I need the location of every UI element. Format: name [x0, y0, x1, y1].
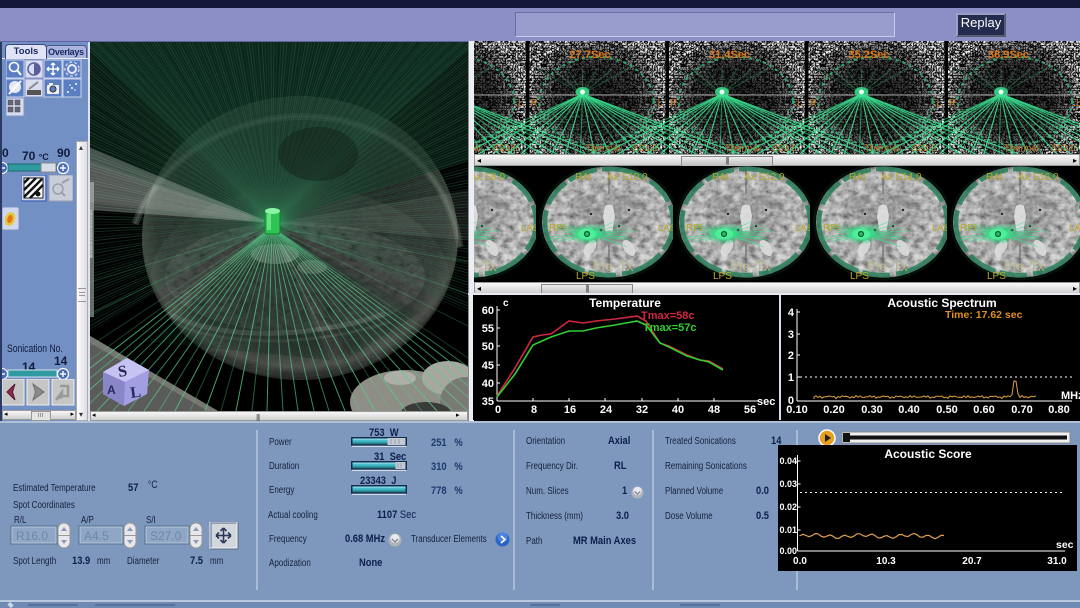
svg-text:55: 55 — [482, 323, 494, 335]
svg-text:Pre-Tx: Pre-Tx — [867, 259, 908, 274]
svg-text:48: 48 — [708, 404, 720, 416]
svg-text:60: 60 — [482, 305, 494, 317]
svg-text:38.9Sec: 38.9Sec — [988, 49, 1029, 61]
svg-text:0.03: 0.03 — [779, 479, 797, 489]
svg-text:R16.0: R16.0 — [16, 529, 48, 543]
svg-text:MHz: MHz — [1061, 390, 1080, 402]
svg-text:27.7Sec: 27.7Sec — [570, 49, 611, 61]
svg-text:R: R — [670, 98, 677, 109]
svg-text:1: 1 — [788, 372, 794, 384]
svg-text:0.10: 0.10 — [786, 404, 807, 416]
svg-text:RAI: RAI — [575, 172, 592, 183]
svg-text:LPS: LPS — [576, 271, 595, 282]
svg-text:LPS: LPS — [850, 271, 869, 282]
svg-text:0.50: 0.50 — [936, 404, 957, 416]
svg-text:Ax S16.0: Ax S16.0 — [1018, 172, 1059, 183]
svg-text:Tmax=57c: Tmax=57c — [643, 322, 697, 334]
svg-text:8: 8 — [531, 404, 537, 416]
svg-text:L: L — [937, 98, 943, 109]
svg-text:0.30: 0.30 — [861, 404, 882, 416]
svg-text:56: 56 — [744, 404, 756, 416]
svg-text:20.7: 20.7 — [962, 556, 982, 567]
svg-text:0.0: 0.0 — [793, 556, 807, 567]
svg-text:31.0: 31.0 — [1047, 556, 1067, 567]
svg-text:LAS: LAS — [1069, 223, 1080, 234]
svg-text:0.01: 0.01 — [779, 525, 797, 535]
svg-text:0.80: 0.80 — [1048, 404, 1069, 416]
svg-text:Ax S14.0: Ax S14.0 — [881, 172, 922, 183]
svg-text:sec: sec — [757, 396, 775, 408]
svg-text:Pre-Tx: Pre-Tx — [474, 259, 497, 274]
svg-text:0: 0 — [495, 404, 501, 416]
svg-text:Pre-Tx: Pre-Tx — [1004, 259, 1045, 274]
svg-text:50: 50 — [482, 341, 494, 353]
svg-text:35.2Sec: 35.2Sec — [849, 49, 890, 61]
svg-text:R: R — [949, 98, 956, 109]
svg-text:0.60: 0.60 — [973, 404, 994, 416]
svg-text:40: 40 — [672, 404, 684, 416]
svg-text:32: 32 — [636, 404, 648, 416]
svg-text:L: L — [658, 98, 664, 109]
svg-text:2: 2 — [788, 350, 794, 362]
svg-text:3: 3 — [788, 329, 794, 341]
svg-text:Thermal: Thermal — [1004, 143, 1039, 154]
svg-text:Pre-Tx: Pre-Tx — [730, 259, 771, 274]
svg-text:40: 40 — [482, 378, 494, 390]
svg-text:RPI: RPI — [549, 223, 566, 234]
svg-text:16: 16 — [564, 404, 576, 416]
svg-text:RPI: RPI — [823, 223, 840, 234]
svg-text:Ax S10.0: Ax S10.0 — [607, 172, 648, 183]
svg-text:0.04: 0.04 — [779, 456, 797, 466]
svg-text:S27.0: S27.0 — [150, 529, 182, 543]
svg-text:c: c — [503, 298, 509, 309]
svg-text:A: A — [107, 383, 116, 397]
svg-text:0.00: 0.00 — [779, 546, 797, 556]
svg-text:LPS: LPS — [987, 271, 1006, 282]
svg-text:R: R — [531, 98, 538, 109]
svg-text:31.4Sec: 31.4Sec — [709, 49, 750, 61]
svg-text:L: L — [797, 98, 803, 109]
svg-text:Pre-Tx: Pre-Tx — [593, 259, 634, 274]
svg-text:L: L — [1076, 98, 1080, 109]
svg-text:RAI: RAI — [986, 172, 1003, 183]
svg-text:Temperature: Temperature — [589, 296, 661, 310]
svg-text:35: 35 — [482, 396, 494, 408]
svg-text:0.70: 0.70 — [1011, 404, 1032, 416]
svg-text:0.20: 0.20 — [823, 404, 844, 416]
svg-text:Acoustic Score: Acoustic Score — [884, 447, 972, 461]
svg-text:0.02: 0.02 — [779, 502, 797, 512]
svg-text:Tmax=58c: Tmax=58c — [641, 310, 695, 322]
svg-text:Acoustic Spectrum: Acoustic Spectrum — [887, 296, 996, 310]
svg-text:RAI: RAI — [849, 172, 866, 183]
svg-text:Ax S8.0: Ax S8.0 — [474, 172, 505, 183]
svg-text:RPI: RPI — [960, 223, 977, 234]
svg-text:LPS: LPS — [713, 271, 732, 282]
svg-text:L: L — [518, 98, 524, 109]
svg-text:24: 24 — [600, 404, 613, 416]
svg-text:Ax S12.0: Ax S12.0 — [744, 172, 785, 183]
svg-text:Time: 17.62 sec: Time: 17.62 sec — [945, 309, 1023, 321]
svg-text:sec: sec — [1056, 539, 1074, 551]
svg-text:S23.0: S23.0 — [1051, 143, 1076, 154]
svg-text:0.40: 0.40 — [898, 404, 919, 416]
svg-text:R: R — [810, 98, 817, 109]
svg-text:A4.5: A4.5 — [84, 529, 109, 543]
svg-text:RAI: RAI — [712, 172, 729, 183]
svg-text:45: 45 — [482, 360, 494, 372]
svg-text:4: 4 — [788, 307, 795, 319]
svg-text:RPI: RPI — [686, 223, 703, 234]
svg-text:10.3: 10.3 — [876, 556, 896, 567]
